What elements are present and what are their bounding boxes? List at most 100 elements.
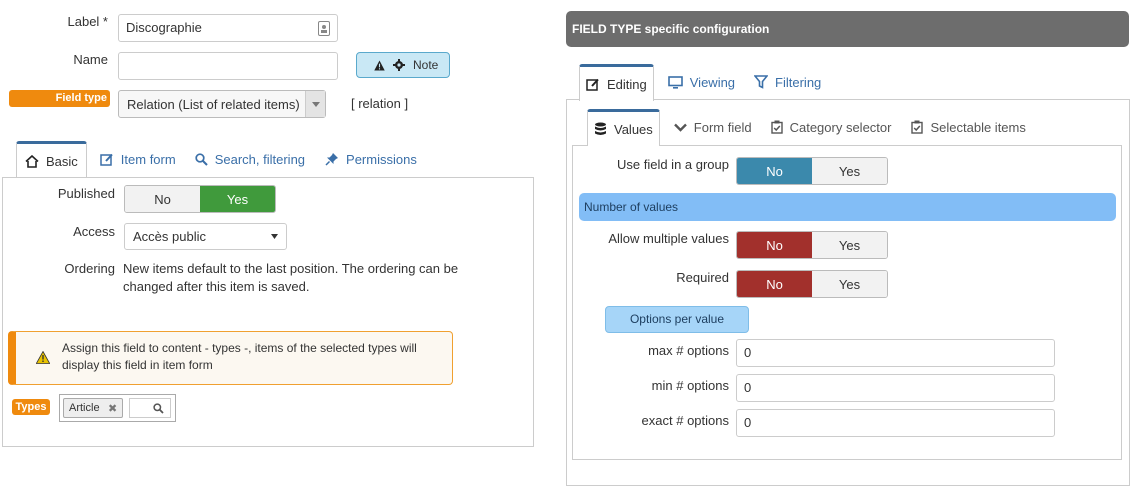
number-of-values-label: Number of values xyxy=(584,200,679,214)
tab-basic[interactable]: Basic xyxy=(16,141,87,178)
tab-editing-label: Editing xyxy=(607,76,647,92)
tab-permissions-label: Permissions xyxy=(346,151,417,167)
label-input[interactable]: Discographie xyxy=(118,14,338,42)
required-no-option[interactable]: No xyxy=(737,271,812,297)
max-options-value: 0 xyxy=(744,345,752,360)
field-type-config-title: FIELD TYPE specific configuration xyxy=(572,22,770,36)
tab-search-filtering-label: Search, filtering xyxy=(214,151,306,167)
edit-icon xyxy=(100,153,114,166)
min-options-input[interactable]: 0 xyxy=(736,374,1055,402)
label-input-value: Discographie xyxy=(126,20,202,35)
subtab-form-field[interactable]: Form field xyxy=(660,109,752,145)
label-field-label: Label * xyxy=(67,14,108,29)
required-label: Required xyxy=(676,270,729,285)
assign-warning-text: Assign this field to content - types -, … xyxy=(62,341,417,372)
allow-multiple-no-option[interactable]: No xyxy=(737,232,812,258)
required-yes-option[interactable]: Yes xyxy=(812,271,887,297)
search-icon xyxy=(153,403,164,414)
name-field-label: Name xyxy=(73,52,108,67)
type-chip-label: Article xyxy=(69,402,100,414)
tab-viewing[interactable]: Viewing xyxy=(654,64,735,100)
subtab-selectable-items[interactable]: Selectable items xyxy=(891,109,1026,145)
allow-multiple-yes-option[interactable]: Yes xyxy=(812,232,887,258)
exact-options-input[interactable]: 0 xyxy=(736,409,1055,437)
allow-multiple-label: Allow multiple values xyxy=(608,231,729,246)
access-select[interactable]: Accès public xyxy=(124,223,287,250)
remove-chip-icon[interactable]: ✖ xyxy=(108,402,122,415)
types-badge-label: Types xyxy=(15,401,47,413)
max-options-input[interactable]: 0 xyxy=(736,339,1055,367)
ordering-text: New items default to the last position. … xyxy=(123,261,459,294)
published-yes-option[interactable]: Yes xyxy=(200,186,275,212)
use-group-toggle[interactable]: No Yes xyxy=(736,157,888,185)
field-type-badge: Field type xyxy=(9,90,110,107)
pushpin-icon xyxy=(325,152,339,166)
sub-tabbar: Values Form field Category selector Sele… xyxy=(587,109,1026,146)
options-per-value-label: Options per value xyxy=(605,306,749,333)
filter-icon xyxy=(754,75,769,89)
types-multiselect[interactable]: Article ✖ xyxy=(59,394,176,422)
tab-item-form[interactable]: Item form xyxy=(87,141,176,177)
number-of-values-section: Number of values xyxy=(579,193,1116,221)
field-type-badge-label: Field type xyxy=(55,92,107,104)
published-toggle[interactable]: No Yes xyxy=(124,185,276,213)
warning-triangle-icon xyxy=(36,351,50,364)
tab-search-filtering[interactable]: Search, filtering xyxy=(176,141,305,177)
use-group-no-option[interactable]: No xyxy=(737,158,812,184)
assign-warning: Assign this field to content - types -, … xyxy=(8,331,453,385)
field-type-select[interactable]: Relation (List of related items) xyxy=(118,90,326,118)
left-tabbar: Basic Item form Search, filtering Permis… xyxy=(16,141,417,178)
caret-down-icon xyxy=(271,234,278,239)
access-label: Access xyxy=(73,224,115,239)
select-arrow-icon xyxy=(305,91,325,117)
tab-item-form-label: Item form xyxy=(120,151,176,167)
edit-icon xyxy=(586,78,600,91)
tab-filtering[interactable]: Filtering xyxy=(735,64,821,100)
subtab-selectable-items-label: Selectable items xyxy=(930,119,1026,135)
subtab-form-field-label: Form field xyxy=(693,119,752,135)
chevron-down-icon xyxy=(673,123,687,132)
max-options-label: max # options xyxy=(648,343,729,358)
home-icon xyxy=(25,154,39,168)
note-button-label: Note xyxy=(413,58,439,72)
exact-options-label: exact # options xyxy=(641,413,729,428)
subtab-values-label: Values xyxy=(614,121,653,137)
tab-viewing-label: Viewing xyxy=(689,74,736,90)
access-selected: Accès public xyxy=(133,229,206,244)
field-type-selected: Relation (List of related items) xyxy=(127,96,300,112)
type-chip: Article ✖ xyxy=(63,398,123,418)
note-button[interactable]: Note xyxy=(356,52,450,78)
subtab-category-selector-label: Category selector xyxy=(789,119,892,135)
allow-multiple-toggle[interactable]: No Yes xyxy=(736,231,888,259)
contact-card-icon xyxy=(318,21,330,36)
ordering-label: Ordering xyxy=(64,261,115,276)
options-per-value-text: Options per value xyxy=(629,312,725,326)
search-icon xyxy=(195,152,208,166)
database-icon xyxy=(594,122,607,136)
checkbox-icon xyxy=(911,120,924,134)
exact-options-value: 0 xyxy=(744,415,752,430)
gear-icon xyxy=(393,59,405,71)
tab-editing[interactable]: Editing xyxy=(579,64,654,101)
subtab-category-selector[interactable]: Category selector xyxy=(752,109,892,145)
tab-permissions[interactable]: Permissions xyxy=(305,141,417,177)
right-tabbar: Editing Viewing Filtering xyxy=(579,64,821,101)
use-group-label: Use field in a group xyxy=(616,157,729,172)
monitor-icon xyxy=(667,75,683,89)
min-options-value: 0 xyxy=(744,380,752,395)
tab-basic-label: Basic xyxy=(46,153,78,169)
use-group-yes-option[interactable]: Yes xyxy=(812,158,887,184)
min-options-label: min # options xyxy=(651,378,729,393)
subtab-values[interactable]: Values xyxy=(587,109,660,146)
published-label: Published xyxy=(57,186,115,201)
warning-icon xyxy=(374,59,385,71)
name-input[interactable] xyxy=(118,52,338,80)
types-search-input[interactable] xyxy=(129,398,171,418)
field-type-config-header: FIELD TYPE specific configuration xyxy=(566,11,1129,47)
required-toggle[interactable]: No Yes xyxy=(736,270,888,298)
tab-filtering-label: Filtering xyxy=(775,74,822,90)
field-type-code: [ relation ] xyxy=(351,96,409,111)
checkbox-icon xyxy=(770,120,783,134)
types-badge: Types xyxy=(12,399,50,415)
published-no-option[interactable]: No xyxy=(125,186,200,212)
